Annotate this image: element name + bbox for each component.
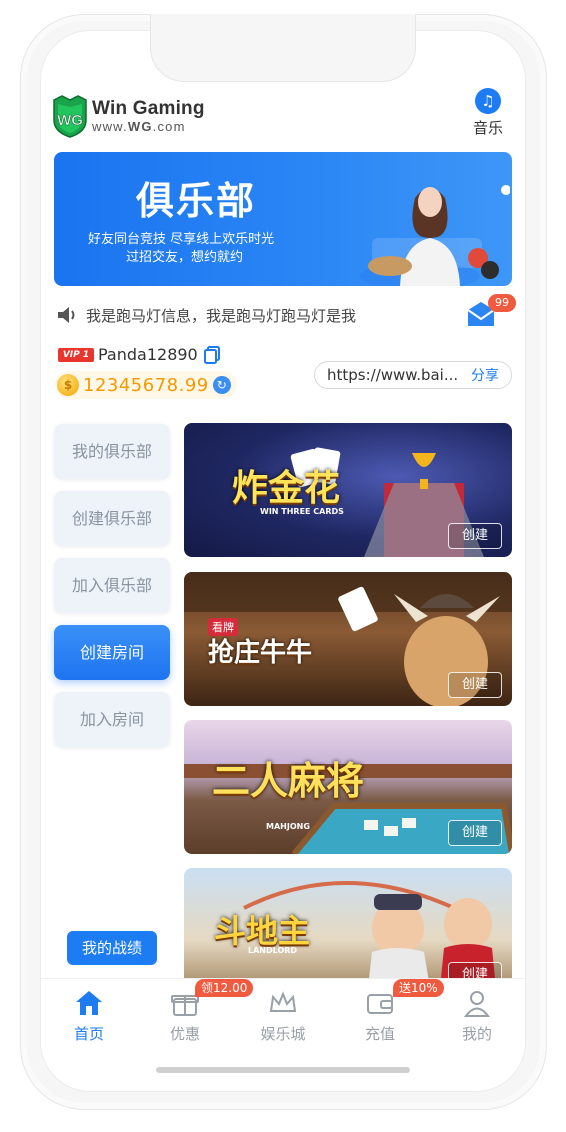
game-card-doudizhu[interactable]: 斗地主 LANDLORD 创建 — [184, 868, 512, 988]
refresh-icon[interactable]: ↻ — [212, 376, 231, 394]
logo-text: WG — [57, 112, 83, 129]
crown-icon — [269, 991, 297, 1012]
tab-label: 首页 — [73, 1025, 104, 1043]
game-card-zhajinhua[interactable]: 炸金花 WIN THREE CARDS 创建 — [184, 423, 512, 557]
brand-url: www.WG.com — [92, 119, 205, 134]
tab-label: 娱乐城 — [260, 1025, 306, 1043]
tab-home[interactable]: 首页 — [54, 989, 124, 1044]
promo-badge: 领12.00 — [195, 979, 254, 997]
tab-label: 充值 — [364, 1025, 395, 1043]
balance-pill: $ 12345678.99 ↻ — [55, 371, 237, 399]
game-card-niuniu[interactable]: 看牌 抢庄牛牛 创建 — [184, 572, 512, 706]
music-label: 音乐 — [472, 119, 503, 137]
create-button[interactable]: 创建 — [448, 820, 502, 846]
brand-name: Win Gaming — [92, 98, 205, 119]
coin-icon: $ — [57, 374, 79, 396]
side-join-room[interactable]: 加入房间 — [54, 692, 170, 747]
banner-hostess-image — [360, 185, 510, 286]
game-title: 炸金花 — [232, 468, 341, 509]
share-link-box[interactable]: https://www.bai... 分享 — [314, 361, 512, 389]
speaker-icon — [58, 307, 75, 323]
game-subtitle: LANDLORD — [248, 946, 298, 955]
share-link-text: https://www.bai... — [327, 366, 459, 384]
create-button[interactable]: 创建 — [448, 523, 502, 549]
side-my-clubs[interactable]: 我的俱乐部 — [54, 424, 170, 479]
home-icon — [76, 991, 102, 1015]
side-create-room[interactable]: 创建房间 — [54, 625, 170, 680]
tab-deposit[interactable]: 充值 — [345, 989, 415, 1044]
tab-label: 优惠 — [169, 1025, 200, 1043]
username: Panda12890 — [98, 345, 198, 364]
share-button[interactable]: 分享 — [471, 365, 499, 385]
bottom-tab-bar: 首页 优惠 娱乐城 充值 我的 领12.00 送10% — [41, 978, 525, 1048]
marquee-text: 我是跑马灯信息，我是跑马灯跑马灯是我 — [86, 306, 357, 325]
marquee-notice: 我是跑马灯信息，我是跑马灯跑马灯是我 — [56, 304, 456, 326]
user-icon — [464, 991, 490, 1017]
my-record-button[interactable]: 我的战绩 — [67, 931, 157, 965]
music-note-icon: ♫ — [475, 88, 501, 114]
copy-icon[interactable] — [204, 346, 220, 364]
banner-line2: 过招交友，想约就约 — [126, 250, 244, 265]
create-button[interactable]: 创建 — [448, 672, 502, 698]
brand-url-prefix: www. — [92, 119, 128, 134]
game-card-mahjong[interactable]: 二人麻将 MAHJONG 创建 — [184, 720, 512, 854]
tab-promotions[interactable]: 优惠 — [150, 989, 220, 1044]
brand-url-suffix: .com — [152, 119, 186, 134]
side-create-club[interactable]: 创建俱乐部 — [54, 491, 170, 546]
banner-title: 俱乐部 — [136, 179, 257, 223]
banner-line1: 好友同台竞技 尽享线上欢乐时光 — [88, 232, 275, 247]
music-button[interactable]: ♫ 音乐 — [466, 88, 510, 138]
tab-profile[interactable]: 我的 — [442, 989, 512, 1044]
mail-badge: 99 — [488, 294, 516, 312]
deposit-badge: 送10% — [393, 979, 444, 997]
tab-casino[interactable]: 娱乐城 — [248, 989, 318, 1044]
home-indicator — [156, 1067, 410, 1073]
tab-label: 我的 — [461, 1025, 492, 1043]
balance-amount: 12345678.99 — [83, 374, 209, 396]
side-join-club[interactable]: 加入俱乐部 — [54, 558, 170, 613]
brand-url-bold: WG — [127, 119, 153, 134]
phone-notch — [150, 14, 416, 82]
wallet-icon — [367, 994, 393, 1014]
game-subtitle: WIN THREE CARDS — [260, 507, 344, 516]
game-title: 抢庄牛牛 — [208, 638, 313, 668]
vip-badge: VIP 1 — [58, 348, 94, 362]
game-title: 二人麻将 — [212, 759, 365, 803]
game-subtitle: MAHJONG — [266, 822, 310, 831]
brand: Win Gaming www.WG.com — [92, 98, 205, 134]
club-banner[interactable]: 俱乐部 好友同台竞技 尽享线上欢乐时光 过招交友，想约就约 — [54, 152, 512, 286]
wg-logo-icon: WG — [53, 95, 87, 138]
